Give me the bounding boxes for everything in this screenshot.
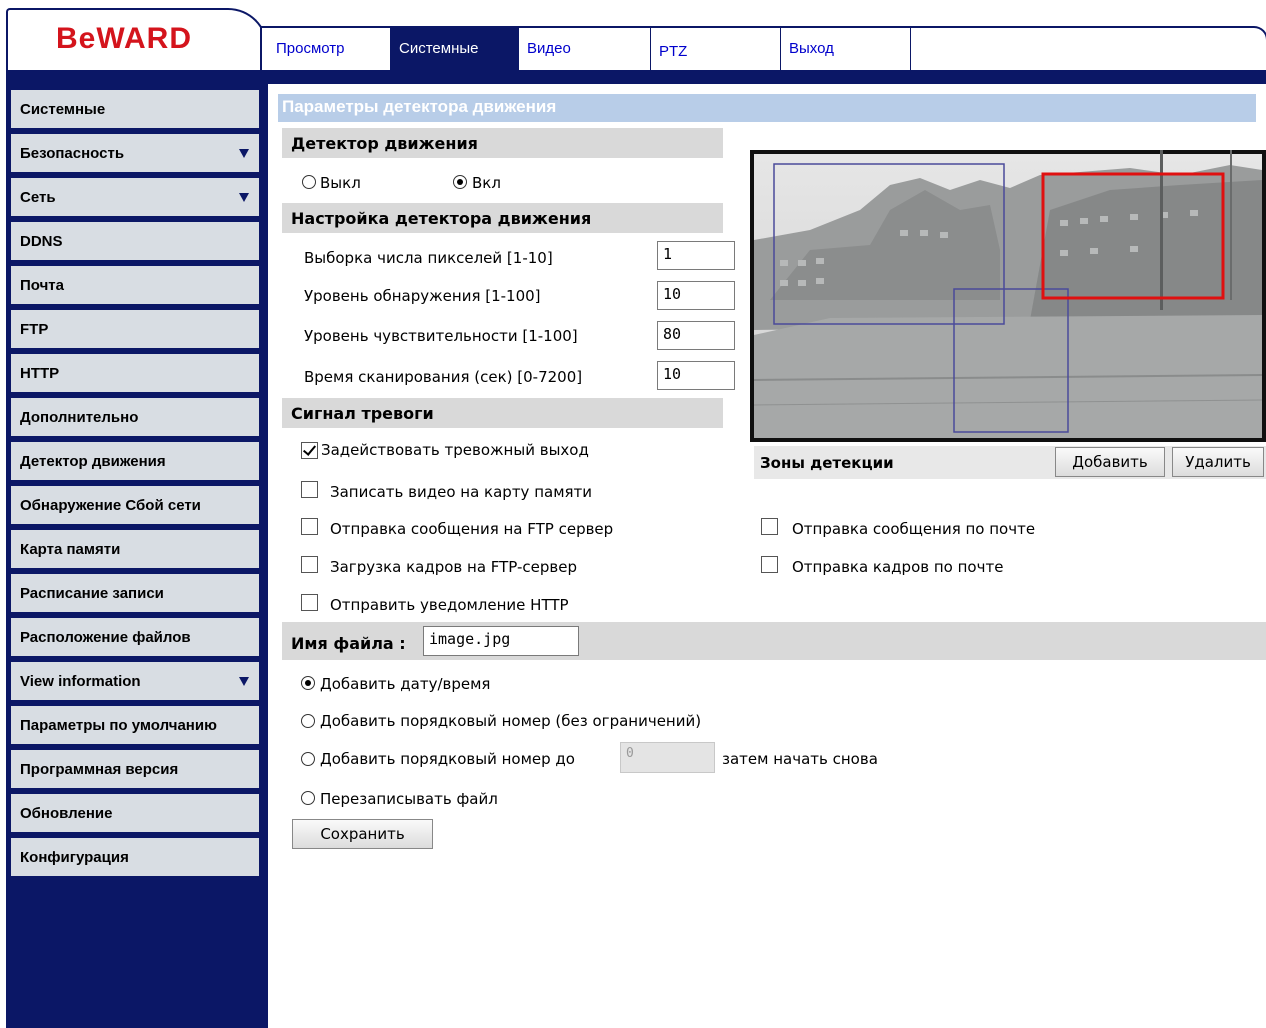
mail-message-checkbox[interactable] xyxy=(761,518,778,535)
tab-video[interactable]: Видео xyxy=(519,28,651,70)
sidebar-item-label: FTP xyxy=(20,321,49,338)
mail-frames-label: Отправка кадров по почте xyxy=(792,558,1004,576)
mail-message-label: Отправка сообщения по почте xyxy=(792,520,1036,538)
dropdown-arrow-icon xyxy=(239,149,249,158)
sidebar-item-file-location[interactable]: Расположение файлов xyxy=(11,618,259,656)
sidebar-item-label: Безопасность xyxy=(20,145,125,162)
sidebar-item-label: Программная версия xyxy=(20,761,179,778)
add-zone-button[interactable]: Добавить xyxy=(1055,447,1165,477)
add-datetime-label: Добавить дату/время xyxy=(320,675,491,693)
detector-on-radio[interactable] xyxy=(453,175,467,189)
ftp-message-checkbox[interactable] xyxy=(301,518,318,535)
sidebar-item-network[interactable]: Сеть xyxy=(11,178,259,216)
sidebar-item-advanced[interactable]: Дополнительно xyxy=(11,398,259,436)
sidebar-item-label: Карта памяти xyxy=(20,541,121,558)
http-notify-checkbox[interactable] xyxy=(301,594,318,611)
sidebar-item-label: Параметры по умолчанию xyxy=(20,717,217,734)
sidebar-item-label: Расписание записи xyxy=(20,585,164,602)
sidebar-item-label: Дополнительно xyxy=(20,409,139,426)
sidebar-item-network-failure[interactable]: Обнаружение Сбой сети xyxy=(11,486,259,524)
sidebar-item-label: View information xyxy=(20,673,141,690)
dropdown-arrow-icon xyxy=(239,677,249,686)
sidebar-item-view-information[interactable]: View information xyxy=(11,662,259,700)
sidebar-item-label: HTTP xyxy=(20,365,60,382)
sidebar-item-label: Системные xyxy=(20,101,106,118)
sidebar-item-label: Обновление xyxy=(20,805,113,822)
sidebar-item-memory-card[interactable]: Карта памяти xyxy=(11,530,259,568)
sidebar-item-http[interactable]: HTTP xyxy=(11,354,259,392)
section-header-settings: Настройка детектора движения xyxy=(282,203,723,233)
ftp-message-label: Отправка сообщения на FTP сервер xyxy=(330,520,614,538)
tab-system[interactable]: Системные xyxy=(391,28,519,70)
sidebar-item-firmware-version[interactable]: Программная версия xyxy=(11,750,259,788)
overwrite-radio[interactable] xyxy=(301,791,315,805)
scan-time-input[interactable]: 10 xyxy=(657,361,735,390)
restart-label: затем начать снова xyxy=(722,750,878,768)
tab-ptz[interactable]: PTZ xyxy=(651,28,781,70)
detector-off-radio[interactable] xyxy=(302,175,316,189)
pixel-sample-label: Выборка числа пикселей [1-10] xyxy=(304,249,553,267)
dropdown-arrow-icon xyxy=(239,193,249,202)
delete-zone-button[interactable]: Удалить xyxy=(1172,447,1264,477)
beward-logo: BeWARD xyxy=(56,22,193,55)
seq-limit-input[interactable]: 0 xyxy=(620,742,715,773)
ftp-upload-checkbox[interactable] xyxy=(301,556,318,573)
camera-snapshot xyxy=(753,150,1263,438)
header: BeWARD Просмотр Системные Видео PTZ Выхо… xyxy=(0,0,1266,90)
add-seq-unlimited-label: Добавить порядковый номер (без ограничен… xyxy=(320,712,702,730)
logo-area: BeWARD xyxy=(6,8,268,74)
sidebar-item-label: Расположение файлов xyxy=(20,629,191,646)
sidebar-item-ddns[interactable]: DDNS xyxy=(11,222,259,260)
sidebar-item-label: DDNS xyxy=(20,233,63,250)
record-sd-checkbox[interactable] xyxy=(301,481,318,498)
add-seq-limited-label: Добавить порядковый номер до xyxy=(320,750,575,768)
detection-level-input[interactable]: 10 xyxy=(657,281,735,310)
page-title: Параметры детектора движения xyxy=(278,94,1256,122)
add-seq-unlimited-radio[interactable] xyxy=(301,714,315,728)
save-button[interactable]: Сохранить xyxy=(292,819,433,849)
alarm-output-checkbox[interactable] xyxy=(301,442,318,459)
sidebar-item-mail[interactable]: Почта xyxy=(11,266,259,304)
sidebar-item-motion-detector[interactable]: Детектор движения xyxy=(11,442,259,480)
sidebar-item-configuration[interactable]: Конфигурация xyxy=(11,838,259,876)
detector-on-label: Вкл xyxy=(472,174,501,192)
add-datetime-radio[interactable] xyxy=(301,676,315,690)
tab-view[interactable]: Просмотр xyxy=(268,28,391,70)
sidebar-item-system[interactable]: Системные xyxy=(11,90,259,128)
sensitivity-input[interactable]: 80 xyxy=(657,321,735,350)
sidebar-item-label: Конфигурация xyxy=(20,849,129,866)
filename-input[interactable]: image.jpg xyxy=(423,626,579,656)
http-notify-label: Отправить уведомление HTTP xyxy=(330,596,569,614)
sidebar-item-update[interactable]: Обновление xyxy=(11,794,259,832)
ftp-upload-label: Загрузка кадров на FTP-сервер xyxy=(330,558,578,576)
sensitivity-label: Уровень чувствительности [1-100] xyxy=(304,327,578,345)
sidebar-item-defaults[interactable]: Параметры по умолчанию xyxy=(11,706,259,744)
sidebar-item-record-schedule[interactable]: Расписание записи xyxy=(11,574,259,612)
tab-logout[interactable]: Выход xyxy=(781,28,911,70)
mail-frames-checkbox[interactable] xyxy=(761,556,778,573)
camera-preview[interactable] xyxy=(750,150,1266,442)
sidebar-item-label: Сеть xyxy=(20,189,56,206)
header-divider xyxy=(6,70,1266,84)
record-sd-label: Записать видео на карту памяти xyxy=(330,483,593,501)
alarm-output-label: Задействовать тревожный выход xyxy=(321,441,589,459)
section-header-detector: Детектор движения xyxy=(282,128,723,158)
overwrite-label: Перезаписывать файл xyxy=(320,790,498,808)
sidebar-item-label: Детектор движения xyxy=(20,453,166,470)
sidebar-item-label: Почта xyxy=(20,277,64,294)
sidebar: Системные Безопасность Сеть DDNS Почта F… xyxy=(6,84,268,1028)
section-header-alarm: Сигнал тревоги xyxy=(282,398,723,428)
detection-zones-label: Зоны детекции xyxy=(760,454,894,472)
sidebar-item-security[interactable]: Безопасность xyxy=(11,134,259,172)
scan-time-label: Время сканирования (сек) [0-7200] xyxy=(304,368,583,386)
add-seq-limited-radio[interactable] xyxy=(301,752,315,766)
filename-label: Имя файла : xyxy=(291,634,406,653)
detection-level-label: Уровень обнаружения [1-100] xyxy=(304,287,541,305)
sidebar-item-ftp[interactable]: FTP xyxy=(11,310,259,348)
pixel-sample-input[interactable]: 1 xyxy=(657,241,735,270)
detector-off-label: Выкл xyxy=(320,174,361,192)
sidebar-item-label: Обнаружение Сбой сети xyxy=(20,497,201,514)
